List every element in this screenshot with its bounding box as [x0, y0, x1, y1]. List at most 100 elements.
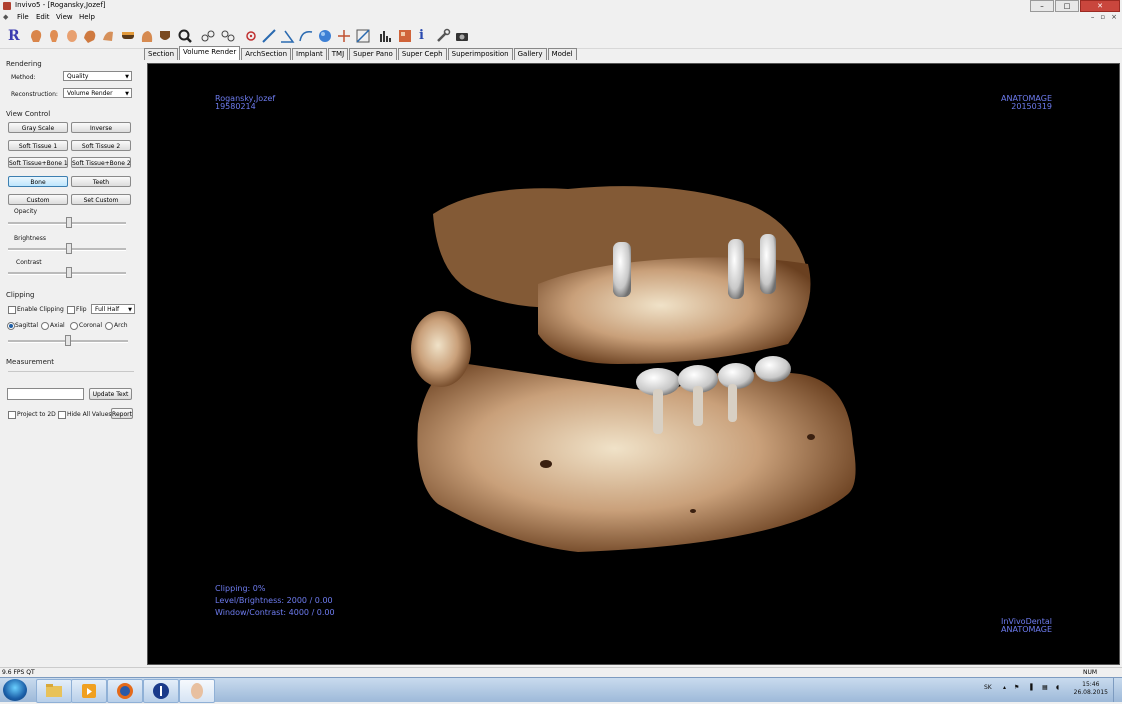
method-select[interactable]: Quality ▼ — [63, 71, 132, 81]
contrast-slider-knob[interactable] — [66, 267, 73, 278]
soft-tissue-bone-1-button[interactable]: Soft Tissue+Bone 1 — [8, 157, 68, 168]
tab-model[interactable]: Model — [547, 48, 577, 60]
doc-menu-icon[interactable]: ◆ — [3, 13, 8, 21]
language-indicator[interactable]: SK — [984, 684, 992, 691]
flip-checkbox[interactable] — [67, 306, 75, 314]
custom-button[interactable]: Custom — [8, 194, 68, 205]
tab-super-ceph[interactable]: Super Ceph — [397, 48, 447, 60]
mask-icon[interactable] — [120, 28, 136, 44]
sagittal-radio[interactable] — [7, 322, 15, 330]
project-2d-checkbox[interactable] — [8, 411, 16, 419]
menu-help[interactable]: Help — [79, 13, 95, 21]
skull-render-image[interactable] — [148, 64, 1119, 664]
mdi-close-icon[interactable]: × — [1111, 13, 1117, 21]
camera-icon[interactable] — [454, 28, 470, 44]
nerve-icon[interactable] — [100, 28, 116, 44]
taskbar-explorer[interactable] — [36, 679, 72, 703]
menu-file[interactable]: File — [17, 13, 29, 21]
fps-readout: 9.6 FPS QT — [2, 669, 35, 676]
bone-button[interactable]: Bone — [8, 176, 68, 187]
contrast-slider[interactable] — [8, 267, 126, 278]
project-2d-label: Project to 2D — [17, 411, 56, 418]
minimize-button[interactable]: – — [1030, 0, 1054, 12]
clipping-slider[interactable] — [8, 335, 128, 346]
tab-section[interactable]: Section — [144, 48, 179, 60]
tab-super-pano[interactable]: Super Pano — [349, 48, 397, 60]
volume-icon[interactable]: ◖ — [1056, 684, 1059, 691]
method-label: Method: — [11, 74, 36, 81]
volume-render-viewport[interactable]: Rogansky,Jozef 19580214 ANATOMAGE 201503… — [147, 63, 1120, 665]
hide-values-checkbox[interactable] — [58, 411, 66, 419]
menu-view[interactable]: View — [56, 13, 73, 21]
implant-2-icon[interactable] — [220, 28, 236, 44]
maximize-button[interactable]: □ — [1055, 0, 1079, 12]
report-button[interactable]: Report — [111, 408, 133, 419]
gray-scale-button[interactable]: Gray Scale — [8, 122, 68, 133]
angle-icon[interactable] — [279, 28, 295, 44]
opacity-slider-knob[interactable] — [66, 217, 73, 228]
measure-ruler-icon[interactable] — [261, 28, 277, 44]
measurement-text-input[interactable] — [7, 388, 84, 400]
firefox-icon — [117, 683, 133, 699]
arch-radio[interactable] — [105, 322, 113, 330]
target-icon[interactable] — [243, 28, 259, 44]
clock[interactable]: 15:46 26.08.2015 — [1074, 681, 1108, 697]
start-button[interactable] — [3, 679, 27, 701]
tab-volume-render[interactable]: Volume Render — [179, 46, 241, 60]
soft-tissue-bone-2-button[interactable]: Soft Tissue+Bone 2 — [71, 157, 131, 168]
teeth-button[interactable]: Teeth — [71, 176, 131, 187]
tab-implant[interactable]: Implant — [292, 48, 327, 60]
sagittal-label: Sagittal — [15, 322, 39, 329]
face-icon[interactable] — [64, 28, 80, 44]
tray-expand-icon[interactable]: ▴ — [1003, 684, 1006, 691]
skull-side-icon[interactable] — [28, 28, 44, 44]
crosshair-icon[interactable] — [336, 28, 352, 44]
jaw-icon[interactable] — [157, 28, 173, 44]
implant-icon[interactable] — [200, 28, 216, 44]
soft-tissue-1-button[interactable]: Soft Tissue 1 — [8, 140, 68, 151]
enable-clipping-checkbox[interactable] — [8, 306, 16, 314]
coronal-radio[interactable] — [70, 322, 78, 330]
r-logo-icon[interactable]: R — [8, 28, 24, 44]
taskbar-invivo[interactable] — [143, 679, 179, 703]
soft-tissue-2-button[interactable]: Soft Tissue 2 — [71, 140, 131, 151]
magnify-icon[interactable] — [177, 28, 193, 44]
skull-front-icon[interactable] — [46, 28, 62, 44]
mdi-minimize-icon[interactable]: – — [1091, 13, 1095, 21]
mdi-restore-icon[interactable]: ▫ — [1100, 13, 1105, 21]
head-icon[interactable] — [139, 28, 155, 44]
curve-icon[interactable] — [298, 28, 314, 44]
wrench-icon[interactable] — [435, 28, 451, 44]
clipping-slider-knob[interactable] — [65, 335, 71, 346]
brightness-slider[interactable] — [8, 243, 126, 254]
close-button[interactable]: ✕ — [1080, 0, 1120, 12]
taskbar-face-app[interactable] — [179, 679, 215, 703]
info-icon[interactable]: i — [419, 28, 435, 44]
update-text-button[interactable]: Update Text — [89, 388, 132, 400]
half-select[interactable]: Full Half ▼ — [91, 304, 135, 314]
menu-edit[interactable]: Edit — [36, 13, 50, 21]
taskbar-firefox[interactable] — [107, 679, 143, 703]
inverse-button[interactable]: Inverse — [71, 122, 131, 133]
tab-superimposition[interactable]: Superimposition — [447, 48, 513, 60]
cross-section-icon[interactable] — [355, 28, 371, 44]
arch-label: Arch — [114, 322, 128, 329]
tab-tmj[interactable]: TMJ — [327, 48, 349, 60]
action-center-icon[interactable]: ⚑ — [1014, 684, 1019, 691]
reconstruction-select[interactable]: Volume Render ▼ — [63, 88, 132, 98]
tab-archsection[interactable]: ArchSection — [241, 48, 292, 60]
taskbar-media-player[interactable] — [71, 679, 107, 703]
show-desktop-button[interactable] — [1113, 678, 1122, 702]
histogram-icon[interactable] — [378, 28, 394, 44]
tab-gallery[interactable]: Gallery — [513, 48, 547, 60]
axial-radio[interactable] — [41, 322, 49, 330]
clipping-readout: Clipping: 0% — [215, 584, 266, 593]
network-icon[interactable]: ▦ — [1042, 684, 1048, 691]
brightness-slider-knob[interactable] — [66, 243, 73, 254]
set-custom-button[interactable]: Set Custom — [71, 194, 131, 205]
opacity-slider[interactable] — [8, 217, 126, 228]
layout-icon[interactable] — [397, 28, 413, 44]
sphere-icon[interactable] — [317, 28, 333, 44]
skull-3d-icon[interactable] — [82, 28, 98, 44]
flag-icon[interactable]: ▐ — [1028, 684, 1033, 691]
